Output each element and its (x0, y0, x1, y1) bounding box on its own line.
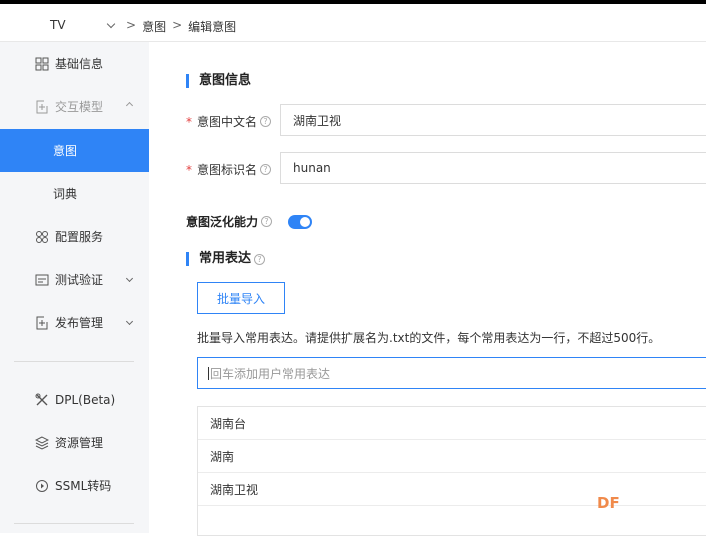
transcode-icon (36, 479, 48, 492)
breadcrumb-separator: > (126, 18, 137, 32)
chevron-up-icon (125, 101, 134, 110)
publish-icon (36, 316, 48, 329)
sidebar-item-label: 基础信息 (55, 57, 104, 71)
grid-icon (35, 57, 49, 70)
app-selector-label: TV (50, 18, 66, 32)
sidebar-item-publish[interactable]: 发布管理 (0, 301, 149, 344)
top-bar: TV > 意图 > 编辑意图 (0, 0, 706, 42)
import-hint: 批量导入常用表达。请提供扩展名为.txt的文件，每个常用表达为一行，不超过500… (197, 331, 661, 345)
sidebar-item-ssml[interactable]: SSML转码 (0, 464, 149, 507)
tools-icon (35, 393, 48, 405)
field-label-text: 意图泛化能力 (186, 215, 259, 229)
breadcrumb-separator: > (172, 18, 183, 32)
chevron-down-icon (106, 19, 116, 28)
sidebar-item-label: 意图 (53, 144, 78, 158)
help-icon[interactable]: ? (254, 253, 266, 265)
field-label-id-name: * 意图标识名 ? (186, 161, 272, 178)
sidebar-item-dpl[interactable]: DPL(Beta) (0, 378, 149, 421)
input-placeholder: 回车添加用户常用表达 (210, 366, 331, 381)
sidebar: 基础信息 交互模型 意图 词典 配置服务 测试验证 发布管理 DPL(Beta)… (0, 42, 149, 533)
add-expression-input[interactable]: 回车添加用户常用表达 (197, 357, 706, 389)
field-label-text: 意图标识名 (197, 163, 258, 177)
required-marker: * (186, 114, 192, 129)
help-icon[interactable]: ? (261, 216, 273, 227)
required-marker: * (186, 162, 192, 177)
section-title-intent-info: 意图信息 (186, 74, 251, 88)
sidebar-item-label: 词典 (53, 187, 78, 201)
help-icon[interactable]: ? (260, 164, 272, 175)
app-selector[interactable]: TV (50, 16, 116, 34)
list-item-text: 湖南 (210, 449, 235, 464)
text-cursor (208, 366, 209, 380)
help-icon[interactable]: ? (260, 116, 272, 127)
section-title-text: 常用表达 (199, 251, 252, 266)
chevron-down-icon (125, 274, 134, 283)
sidebar-item-interaction-model[interactable]: 交互模型 (0, 85, 149, 128)
batch-import-button[interactable]: 批量导入 (197, 282, 285, 314)
intent-id-name-input[interactable]: hunan (280, 152, 706, 184)
breadcrumb-edit-intent: 编辑意图 (188, 20, 237, 34)
main-content: 意图信息 * 意图中文名 ? 湖南卫视 * 意图标识名 ? hunan 意图泛化… (149, 42, 706, 536)
sidebar-item-label: SSML转码 (55, 479, 112, 493)
sidebar-item-label: DPL(Beta) (55, 392, 116, 407)
breadcrumb: > 意图 > 编辑意图 (126, 18, 236, 35)
expression-list: 湖南台 湖南 湖南卫视 (197, 406, 706, 536)
list-item[interactable]: 湖南台 (198, 407, 706, 440)
field-label-text: 意图中文名 (197, 115, 258, 129)
sidebar-item-test[interactable]: 测试验证 (0, 258, 149, 301)
intent-cn-name-input[interactable]: 湖南卫视 (280, 104, 706, 136)
sidebar-item-label: 发布管理 (55, 316, 104, 330)
list-item[interactable]: 湖南 (198, 440, 706, 473)
list-item-text: 湖南台 (210, 416, 247, 431)
chevron-down-icon (125, 317, 134, 326)
list-item[interactable]: 湖南卫视 (198, 473, 706, 506)
sidebar-item-resources[interactable]: 资源管理 (0, 421, 149, 464)
sidebar-item-label: 资源管理 (55, 436, 104, 450)
sidebar-item-config-service[interactable]: 配置服务 (0, 215, 149, 258)
generalize-toggle[interactable] (288, 215, 312, 229)
field-label-cn-name: * 意图中文名 ? (186, 113, 272, 130)
sidebar-item-basic-info[interactable]: 基础信息 (0, 42, 149, 85)
sidebar-item-dictionary[interactable]: 词典 (0, 172, 149, 215)
sidebar-item-label: 配置服务 (55, 230, 104, 244)
export-icon (36, 100, 48, 113)
layers-icon (35, 435, 49, 450)
sidebar-item-label: 测试验证 (55, 273, 104, 287)
sidebar-item-label: 交互模型 (55, 100, 104, 114)
input-value: hunan (293, 161, 331, 175)
list-item-text: 湖南卫视 (210, 482, 259, 497)
sidebar-item-intent[interactable]: 意图 (0, 129, 149, 172)
watermark-logo: DF (597, 494, 620, 512)
sidebar-divider (14, 361, 134, 362)
section-title-expressions: 常用表达 ? (186, 251, 266, 266)
input-value: 湖南卫视 (293, 113, 342, 128)
sidebar-divider (14, 523, 134, 524)
monitor-icon (35, 274, 49, 285)
section-title-text: 意图信息 (199, 73, 252, 88)
field-label-generalize: 意图泛化能力 ? (186, 213, 273, 230)
settings-cluster-icon (36, 230, 48, 243)
breadcrumb-intent[interactable]: 意图 (142, 18, 166, 35)
